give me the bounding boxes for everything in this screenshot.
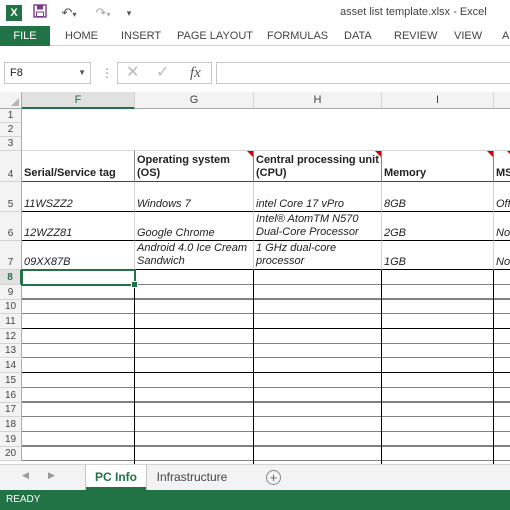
insert-function-icon[interactable]: fx: [190, 65, 201, 82]
column-header-j[interactable]: [494, 92, 510, 109]
active-cell-selection[interactable]: [21, 269, 138, 288]
row-header[interactable]: 4: [0, 151, 22, 182]
table-cell[interactable]: 11WSZZ2: [22, 182, 135, 212]
table-cell[interactable]: No: [494, 212, 510, 241]
tab-page-layout[interactable]: PAGE LAYOUT: [177, 26, 253, 46]
table-cell[interactable]: 8GB: [382, 182, 494, 212]
enter-icon[interactable]: ✓: [156, 64, 169, 82]
table-cell[interactable]: 1GB: [382, 241, 494, 270]
table-cell[interactable]: Android 4.0 Ice Cream Sandwich: [135, 241, 254, 270]
formula-input[interactable]: [216, 62, 510, 84]
table-cell[interactable]: 1 GHz dual-core processor: [254, 241, 382, 270]
redo-icon[interactable]: ↷▾: [90, 4, 116, 22]
header-text: Serial/Service tag: [24, 167, 116, 179]
row-header[interactable]: 2: [0, 123, 22, 137]
row-header[interactable]: 9: [0, 285, 22, 300]
window-title: asset list template.xlsx - Excel: [340, 6, 487, 18]
header-cell-memory[interactable]: Memory: [382, 151, 494, 182]
tab-data[interactable]: DATA: [344, 26, 372, 46]
row-header[interactable]: 13: [0, 343, 22, 359]
select-all-button[interactable]: [0, 92, 22, 109]
table-cell[interactable]: intel Core 17 vPro: [254, 182, 382, 212]
next-sheet-icon[interactable]: ▶: [48, 470, 55, 481]
row-header[interactable]: 19: [0, 432, 22, 447]
sheet-tab-pc-info[interactable]: PC Info: [86, 465, 146, 490]
row-header[interactable]: 15: [0, 373, 22, 388]
tab-review[interactable]: REVIEW: [394, 26, 437, 46]
drag-handle-icon[interactable]: ⋮: [101, 66, 113, 80]
header-cell-os[interactable]: Operating system (OS): [135, 151, 254, 182]
tab-view[interactable]: VIEW: [454, 26, 482, 46]
excel-logo-icon: X: [6, 5, 22, 21]
row-header[interactable]: 14: [0, 358, 22, 374]
comment-marker-icon: [247, 151, 253, 157]
row-header[interactable]: 20: [0, 446, 22, 462]
undo-icon[interactable]: ↶▾: [56, 4, 82, 22]
row-header[interactable]: 10: [0, 299, 22, 315]
tab-formulas[interactable]: FORMULAS: [267, 26, 328, 46]
tab-insert[interactable]: INSERT: [121, 26, 161, 46]
cancel-icon[interactable]: ✕: [126, 64, 139, 82]
column-header-g[interactable]: G: [135, 92, 254, 109]
ribbon-tabs: FILE HOME INSERT PAGE LAYOUT FORMULAS DA…: [0, 26, 510, 46]
table-cell[interactable]: Offi: [494, 182, 510, 212]
row-header[interactable]: 12: [0, 329, 22, 344]
row-header[interactable]: 5: [0, 182, 22, 212]
header-text: MS: [496, 167, 510, 179]
header-text: Memory: [384, 167, 427, 179]
column-header-f[interactable]: F: [22, 92, 135, 109]
header-cell-cpu[interactable]: Central processing unit (CPU): [254, 151, 382, 182]
row-header[interactable]: 18: [0, 417, 22, 432]
tab-overflow[interactable]: A: [502, 26, 509, 46]
worksheet-grid[interactable]: F G H I 1 2 3 4 5 6 7 8 9 10 11 12 13 14…: [0, 92, 510, 464]
column-header-h[interactable]: H: [254, 92, 382, 109]
column-header-i[interactable]: I: [382, 92, 494, 109]
table-cell[interactable]: Intel® AtomTM N570 Dual-Core Processor: [254, 212, 382, 241]
header-cell-ms[interactable]: MS: [494, 151, 510, 182]
row-header[interactable]: 16: [0, 387, 22, 403]
header-cell-serial[interactable]: Serial/Service tag: [22, 151, 135, 182]
table-cell[interactable]: 2GB: [382, 212, 494, 241]
row-header[interactable]: 1: [0, 109, 22, 123]
row-header[interactable]: 17: [0, 402, 22, 418]
table-cell[interactable]: 09XX87B: [22, 241, 135, 270]
table-cell[interactable]: 12WZZ81: [22, 212, 135, 241]
add-sheet-icon[interactable]: +: [266, 470, 281, 485]
header-text: Operating system (OS): [137, 154, 230, 179]
name-box[interactable]: F8 ▼: [4, 62, 91, 84]
table-cell[interactable]: No: [494, 241, 510, 270]
chevron-down-icon[interactable]: ▼: [78, 63, 86, 83]
tab-file[interactable]: FILE: [0, 26, 50, 46]
comment-marker-icon: [487, 151, 493, 157]
row-header[interactable]: 3: [0, 137, 22, 151]
tab-home[interactable]: HOME: [65, 26, 98, 46]
row-header[interactable]: 8: [0, 270, 22, 285]
customize-qat-icon[interactable]: ▾: [124, 4, 134, 22]
empty-cells-area[interactable]: [22, 270, 510, 464]
row-header[interactable]: 11: [0, 314, 22, 330]
table-cell[interactable]: Google Chrome: [135, 212, 254, 241]
header-text: Central processing unit (CPU): [256, 154, 379, 179]
save-icon[interactable]: [30, 4, 50, 22]
formula-bar: F8 ▼ ⋮ ✕ ✓ fx: [0, 58, 510, 88]
table-cell[interactable]: Windows 7: [135, 182, 254, 212]
title-bar: X ↶▾ ↷▾ ▾ asset list template.xlsx - Exc…: [0, 0, 510, 26]
previous-sheet-icon[interactable]: ◀: [22, 470, 29, 481]
formula-buttons: ✕ ✓ fx: [117, 62, 212, 84]
status-bar: READY: [0, 490, 510, 510]
sheet-tab-bar: ◀ ▶ PC Info Infrastructure +: [0, 464, 510, 490]
name-box-value: F8: [10, 67, 23, 79]
title-area[interactable]: [22, 109, 510, 151]
row-header[interactable]: 6: [0, 212, 22, 241]
comment-marker-icon: [375, 151, 381, 157]
sheet-tab-infrastructure[interactable]: Infrastructure: [150, 465, 234, 490]
row-header[interactable]: 7: [0, 241, 22, 270]
